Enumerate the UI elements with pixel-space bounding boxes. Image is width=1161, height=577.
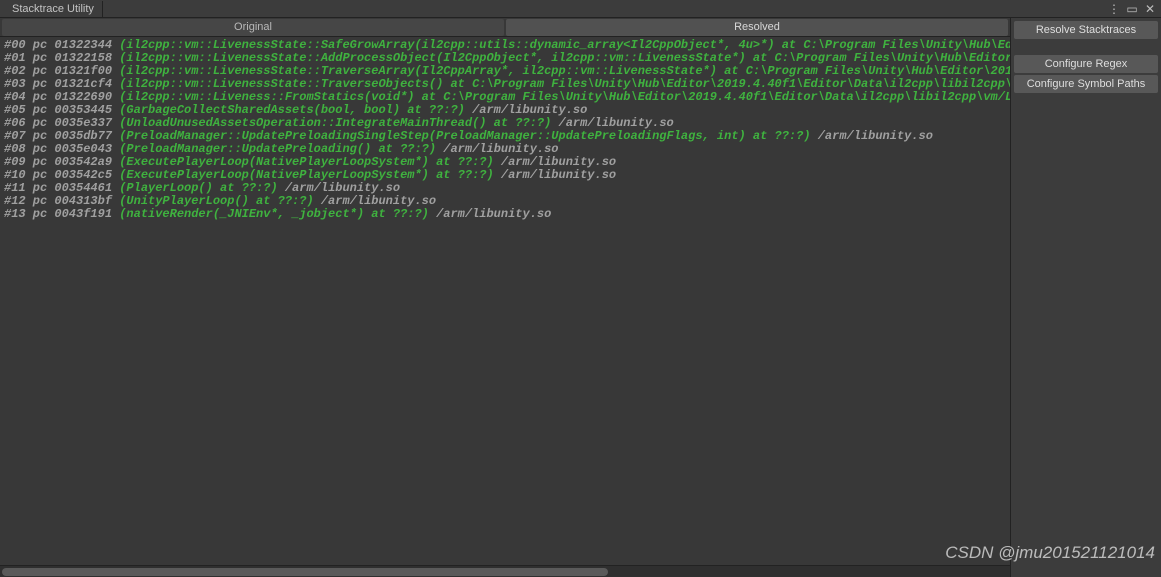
tab-resolved[interactable]: Resolved — [506, 19, 1008, 36]
horizontal-scrollbar[interactable] — [0, 565, 1010, 577]
window-tab[interactable]: Stacktrace Utility — [4, 1, 103, 17]
close-icon[interactable]: ✕ — [1143, 2, 1157, 16]
configure-symbol-paths-button[interactable]: Configure Symbol Paths — [1014, 75, 1158, 93]
scrollbar-thumb[interactable] — [2, 568, 608, 576]
maximize-icon[interactable]: ▭ — [1125, 2, 1139, 16]
titlebar: Stacktrace Utility ⋮ ▭ ✕ — [0, 0, 1161, 18]
view-tabs: Original Resolved — [0, 18, 1010, 37]
resolve-stacktraces-button[interactable]: Resolve Stacktraces — [1014, 21, 1158, 39]
content-panel: Original Resolved #00 pc 01322344 (il2cp… — [0, 18, 1011, 577]
more-icon[interactable]: ⋮ — [1107, 2, 1121, 16]
configure-regex-button[interactable]: Configure Regex — [1014, 55, 1158, 73]
tab-original[interactable]: Original — [2, 19, 504, 36]
trace-line: #13 pc 0043f191 (nativeRender(_JNIEnv*, … — [4, 208, 1006, 221]
side-panel: Resolve Stacktraces Configure Regex Conf… — [1011, 18, 1161, 577]
stacktrace-text[interactable]: #00 pc 01322344 (il2cpp::vm::LivenessSta… — [0, 37, 1010, 565]
